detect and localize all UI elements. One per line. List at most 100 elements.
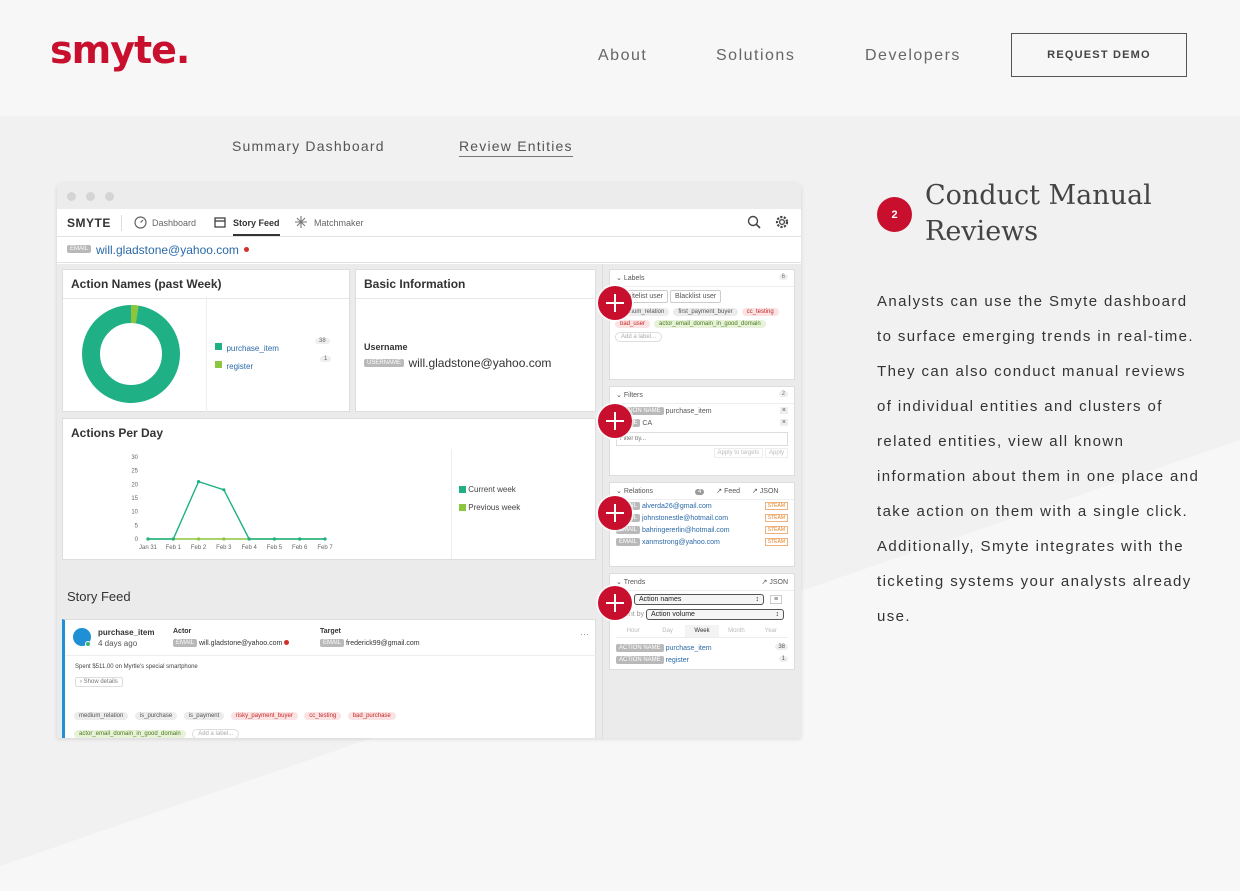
relation-status: STEAM <box>764 502 788 510</box>
blacklist-button[interactable]: Blacklist user <box>669 290 722 303</box>
window-chrome <box>57 183 801 209</box>
show-details-button[interactable]: › Show details <box>75 677 123 687</box>
data-point <box>196 537 201 541</box>
actor-value[interactable]: EMAIL will.gladstone@yahoo.com <box>173 639 290 647</box>
hotspot-plus-icon[interactable] <box>598 286 632 320</box>
json-link[interactable]: ↗ JSON <box>762 578 788 586</box>
target-label: Target <box>320 628 341 635</box>
relation-row[interactable]: EMAIL alverda26@gmail.comSTEAM <box>610 500 794 512</box>
period-tabs: Hour Day Week Month Year <box>616 625 788 638</box>
remove-filter-icon[interactable]: × <box>779 419 788 426</box>
app-nav-story-feed[interactable]: Story Feed <box>233 218 280 236</box>
search-icon[interactable] <box>747 215 761 229</box>
relation-row[interactable]: EMAIL bahringererlin@hotmail.com STEAM <box>610 524 794 536</box>
count-by-select[interactable]: Action volume ↕ <box>645 609 784 620</box>
label-pill[interactable]: actor_email_domain_in_good_domain <box>653 320 766 328</box>
target-tag: EMAIL <box>320 639 345 647</box>
label-pill[interactable]: bad_user <box>615 320 651 328</box>
period-tab[interactable]: Year <box>754 625 788 637</box>
select-arrows-icon: ↕ <box>755 596 760 603</box>
panel-count: 2 <box>778 391 788 397</box>
story-feed-card: purchase_item 4 days ago Actor EMAIL wil… <box>62 619 596 738</box>
json-link[interactable]: ↗ JSON <box>752 488 778 495</box>
divider <box>451 449 452 559</box>
label-pill[interactable]: medium_relation <box>74 712 129 720</box>
remove-filter-icon[interactable]: × <box>779 407 788 414</box>
hotspot-plus-icon[interactable] <box>598 404 632 438</box>
list-icon[interactable]: ≡ <box>769 595 783 604</box>
legend-label: Current week <box>468 485 516 494</box>
apply-targets-button[interactable]: Apply to targets <box>713 448 764 458</box>
app-nav-dashboard[interactable]: Dashboard <box>152 218 196 228</box>
trend-value: purchase_item <box>665 644 712 652</box>
tab-summary-dashboard[interactable]: Summary Dashboard <box>232 138 385 154</box>
label-pill[interactable]: bad_purchase <box>347 712 396 720</box>
request-demo-button[interactable]: REQUEST DEMO <box>1011 33 1187 77</box>
legend-item[interactable]: register 1 <box>215 356 332 374</box>
data-point <box>171 537 175 541</box>
json-label: JSON <box>769 579 788 586</box>
tab-review-entities[interactable]: Review Entities <box>459 138 573 157</box>
label-pill[interactable]: risky_payment_buyer <box>230 712 298 720</box>
gear-icon[interactable] <box>774 214 790 230</box>
panel-title: Trends <box>623 579 646 586</box>
apply-button[interactable]: Apply <box>764 448 788 458</box>
dashboard-icon <box>134 216 147 229</box>
x-tick-label: Feb 4 <box>241 545 257 551</box>
hotspot-plus-icon[interactable] <box>598 586 632 620</box>
trend-row[interactable]: ACTION NAME register 1 <box>610 654 794 666</box>
panel-header[interactable]: ⌄ Relations 4 ↗ Feed ↗ JSON <box>610 483 794 500</box>
nav-about[interactable]: About <box>598 47 647 65</box>
filter-value: CA <box>642 419 653 427</box>
feed-link[interactable]: ↗ Feed <box>716 488 740 495</box>
x-tick-label: Feb 2 <box>191 545 207 551</box>
labels-panel: ⌄ Labels 6 Whitelist user Blacklist user … <box>609 269 795 380</box>
label-pill[interactable]: first_payment_buyer <box>673 308 738 316</box>
add-label-input[interactable]: Add a label... <box>192 729 240 738</box>
period-tab[interactable]: Week <box>684 625 720 637</box>
label-pill[interactable]: cc_testing <box>741 308 779 316</box>
legend-swatch <box>459 504 466 512</box>
event-time: 4 days ago <box>98 639 138 648</box>
legend-swatch <box>459 486 466 494</box>
trend-row[interactable]: ACTION NAME purchase_item 38 <box>610 642 794 654</box>
relation-row[interactable]: EMAIL johnstonestle@hotmail.comSTEAM <box>610 512 794 524</box>
legend-count: 1 <box>320 356 332 362</box>
panel-header[interactable]: ⌄ Filters 2 <box>610 387 794 404</box>
x-tick-label: Feb 6 <box>292 545 308 551</box>
event-name[interactable]: purchase_item <box>98 628 154 637</box>
relations-list: EMAIL alverda26@gmail.comSTEAMEMAIL john… <box>610 500 794 548</box>
hotspot-plus-icon[interactable] <box>598 496 632 530</box>
panel-header[interactable]: ⌄ Labels 6 <box>610 270 794 287</box>
nav-solutions[interactable]: Solutions <box>716 47 795 65</box>
field-tag: USERNAME <box>364 358 405 367</box>
trend-select[interactable]: Action names ↕ <box>634 594 764 605</box>
app-nav-matchmaker[interactable]: Matchmaker <box>314 218 364 228</box>
period-tab[interactable]: Day <box>650 625 684 637</box>
feature-description: Analysts can use the Smyte dashboard to … <box>877 293 1200 625</box>
logo[interactable]: smyte. <box>50 28 190 72</box>
target-value[interactable]: EMAIL frederick99@gmail.com <box>320 639 420 647</box>
relation-row[interactable]: EMAIL xanmstrong@yahoo.com STEAM <box>610 536 794 548</box>
legend-item[interactable]: purchase_item 38 <box>215 338 330 356</box>
label-pill[interactable]: is_payment <box>183 712 225 720</box>
data-point <box>247 537 251 541</box>
actions-per-day-card: Actions Per Day 0 5 10 15 20 25 30 Jan 31 Feb 1 F… <box>62 418 596 560</box>
filter-row: ACTION NAME purchase_item × <box>610 404 794 418</box>
period-tab[interactable]: Month <box>719 625 753 637</box>
nav-developers[interactable]: Developers <box>865 47 961 65</box>
line-chart: 0 5 10 15 20 25 30 Jan 31 Feb 1 Feb 2 Feb 3 Feb 4 Fe… <box>131 455 333 551</box>
add-label-input[interactable]: Add a label... <box>615 332 663 342</box>
label-pill[interactable]: cc_testing <box>304 712 342 720</box>
period-tab[interactable]: Hour <box>616 625 650 637</box>
app-bar: SMYTE Dashboard Story Feed Matchmaker <box>57 209 801 237</box>
status-dot <box>284 639 290 645</box>
filter-input[interactable] <box>616 432 788 446</box>
more-icon[interactable]: ··· <box>580 629 589 639</box>
panel-header[interactable]: ⌄ Trends ↗ JSON <box>610 574 794 591</box>
label-pill[interactable]: actor_email_domain_in_good_domain <box>74 730 186 738</box>
y-tick-label: 10 <box>131 510 138 516</box>
y-tick-label: 25 <box>131 469 138 475</box>
actor-email: will.gladstone@yahoo.com <box>198 639 283 647</box>
label-pill[interactable]: is_purchase <box>134 712 178 720</box>
